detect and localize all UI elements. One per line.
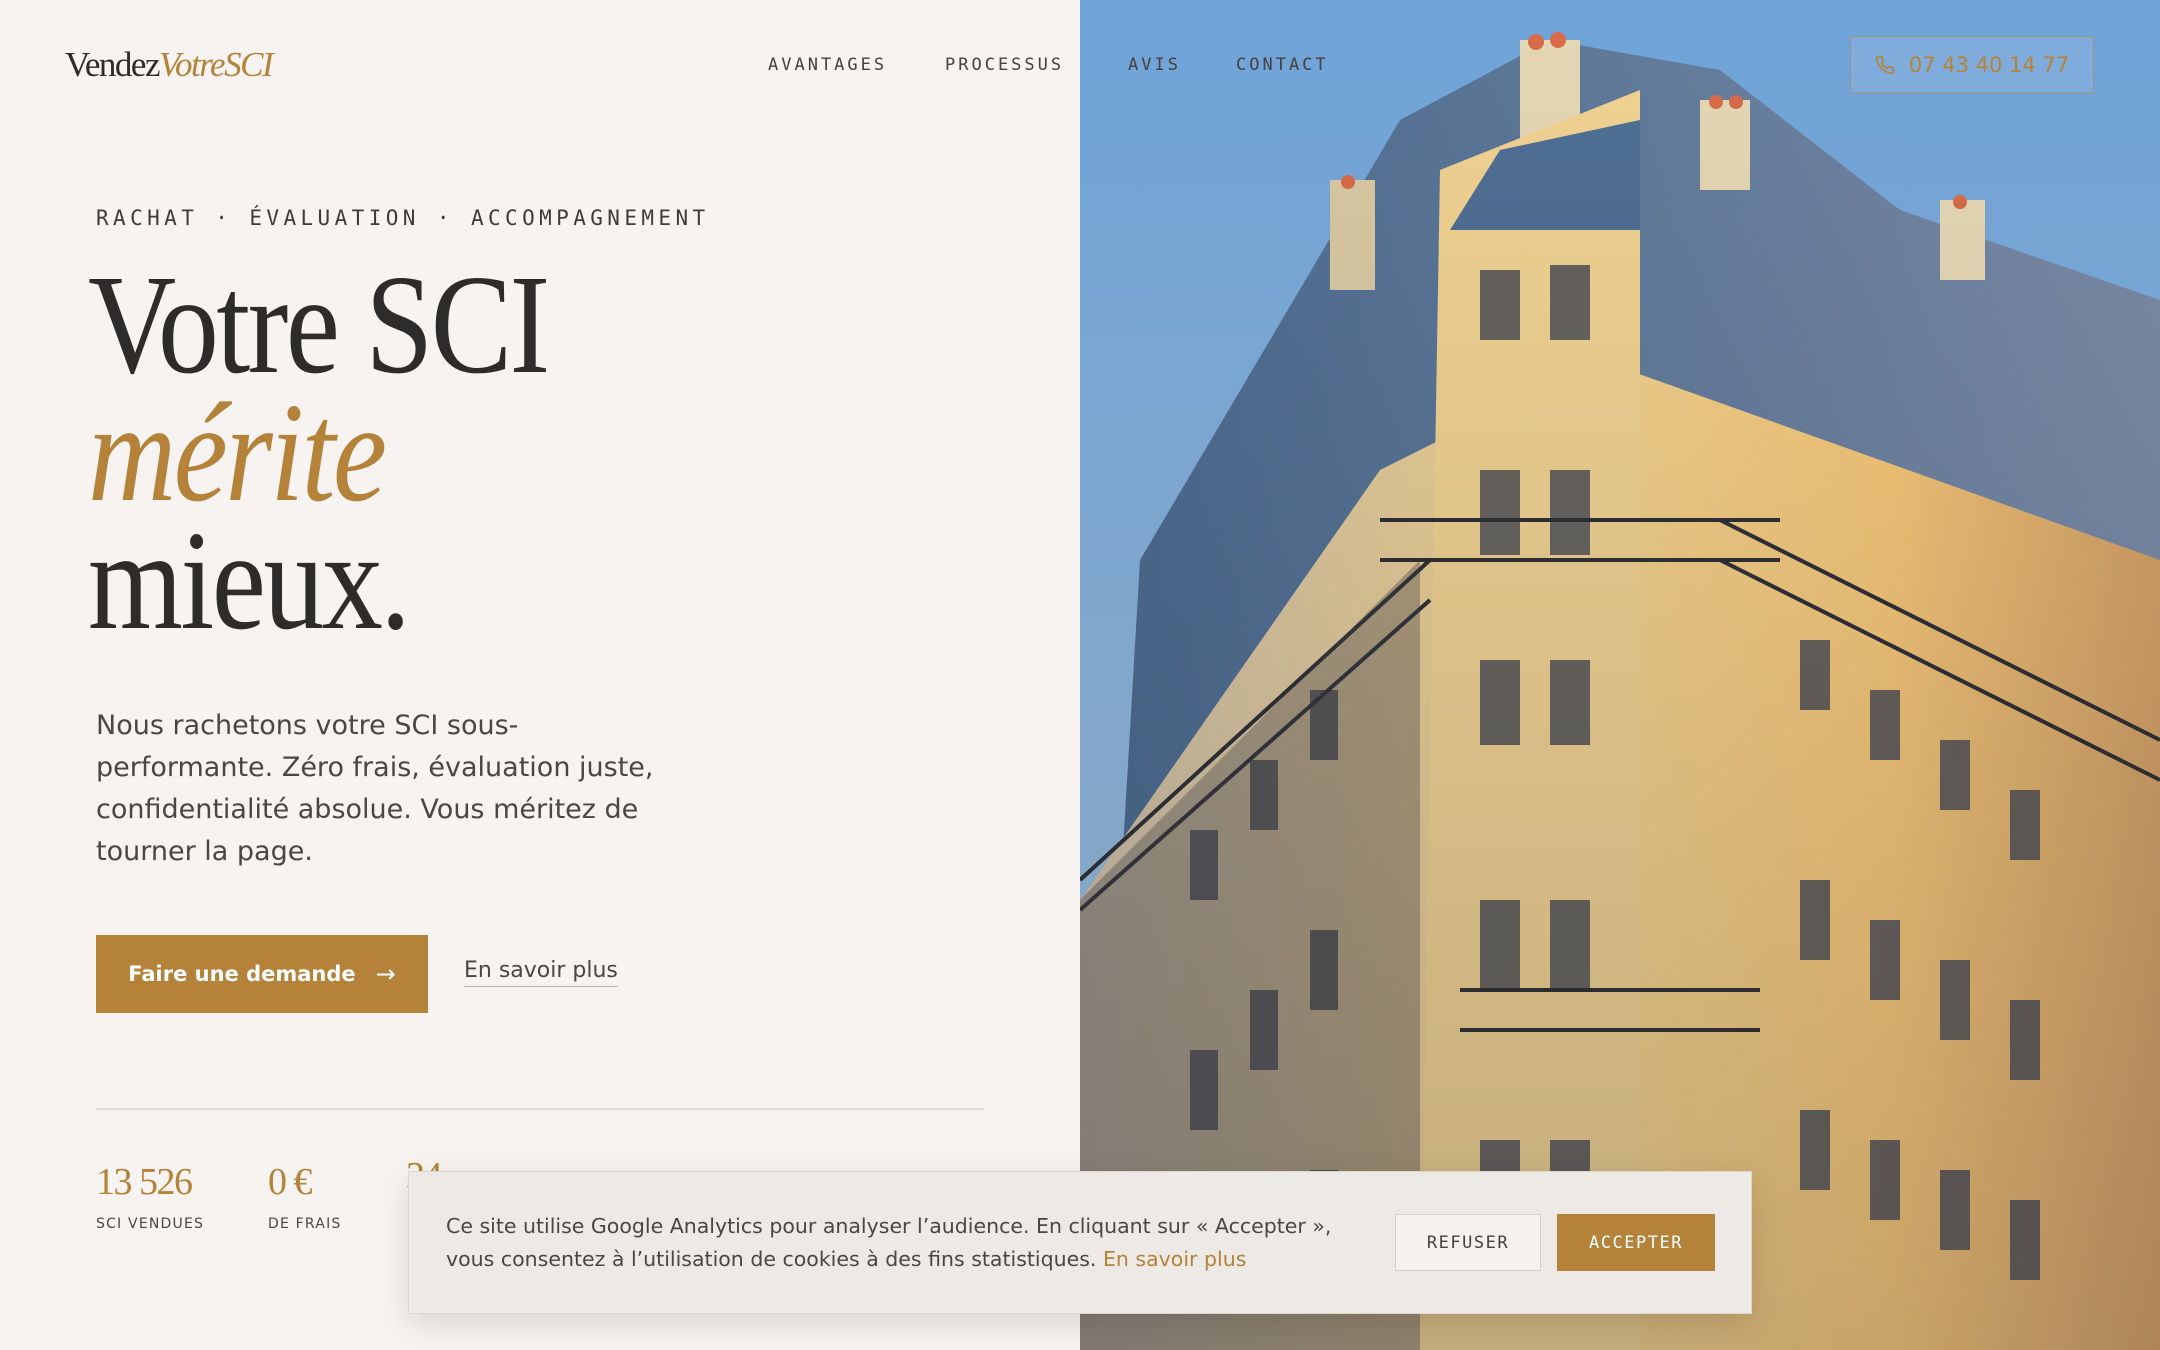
stat-fees: 0 € DE FRAIS [268,1160,341,1232]
headline-line-2: mérite [88,373,387,531]
hero-building-image [1080,0,2160,1350]
nav-link-avantages[interactable]: AVANTAGES [768,52,887,78]
stat-value: 0 € [268,1161,313,1203]
brand-logo[interactable]: VendezVotreSCI [65,40,274,90]
hero-kicker: RACHAT · ÉVALUATION · ACCOMPAGNEMENT [96,206,710,230]
cookie-text: Ce site utilise Google Analytics pour an… [446,1210,1346,1276]
nav-link-avis[interactable]: AVIS [1128,52,1181,78]
cookie-refuse-button[interactable]: REFUSER [1395,1214,1541,1271]
cookie-accept-button[interactable]: ACCEPTER [1557,1214,1715,1271]
stats-divider [96,1108,984,1110]
request-button-label: Faire une demande [128,962,356,986]
nav-link-contact[interactable]: CONTACT [1236,52,1329,78]
headline-line-1: Votre SCI [88,245,550,403]
logo-text-plain: Vendez [65,45,161,84]
stat-label: DE FRAIS [268,1216,342,1232]
nav-link-processus[interactable]: PROCESSUS [945,52,1064,78]
learn-more-link[interactable]: En savoir plus [464,958,618,987]
phone-button[interactable]: 07 43 40 14 77 [1850,36,2094,93]
logo-text-accent: VotreSCI [159,45,274,84]
headline-line-3: mieux. [88,501,411,659]
hero-lead: Nous rachetons votre SCI sous-performant… [96,710,654,867]
stat-value: 13 526 [96,1161,193,1203]
phone-number: 07 43 40 14 77 [1908,52,2070,77]
stat-sci-sold: 13 526 SCI VENDUES [96,1160,204,1232]
stat-label: SCI VENDUES [96,1216,205,1232]
request-button[interactable]: Faire une demande → [96,935,428,1013]
arrow-right-icon: → [375,960,396,988]
cookie-banner: Ce site utilise Google Analytics pour an… [408,1171,1752,1314]
left-pane [0,0,1080,1350]
cookie-learn-more-link[interactable]: En savoir plus [1103,1247,1246,1271]
phone-icon [1875,55,1895,74]
hero-headline: Votre SCI mérite mieux. [88,245,622,659]
